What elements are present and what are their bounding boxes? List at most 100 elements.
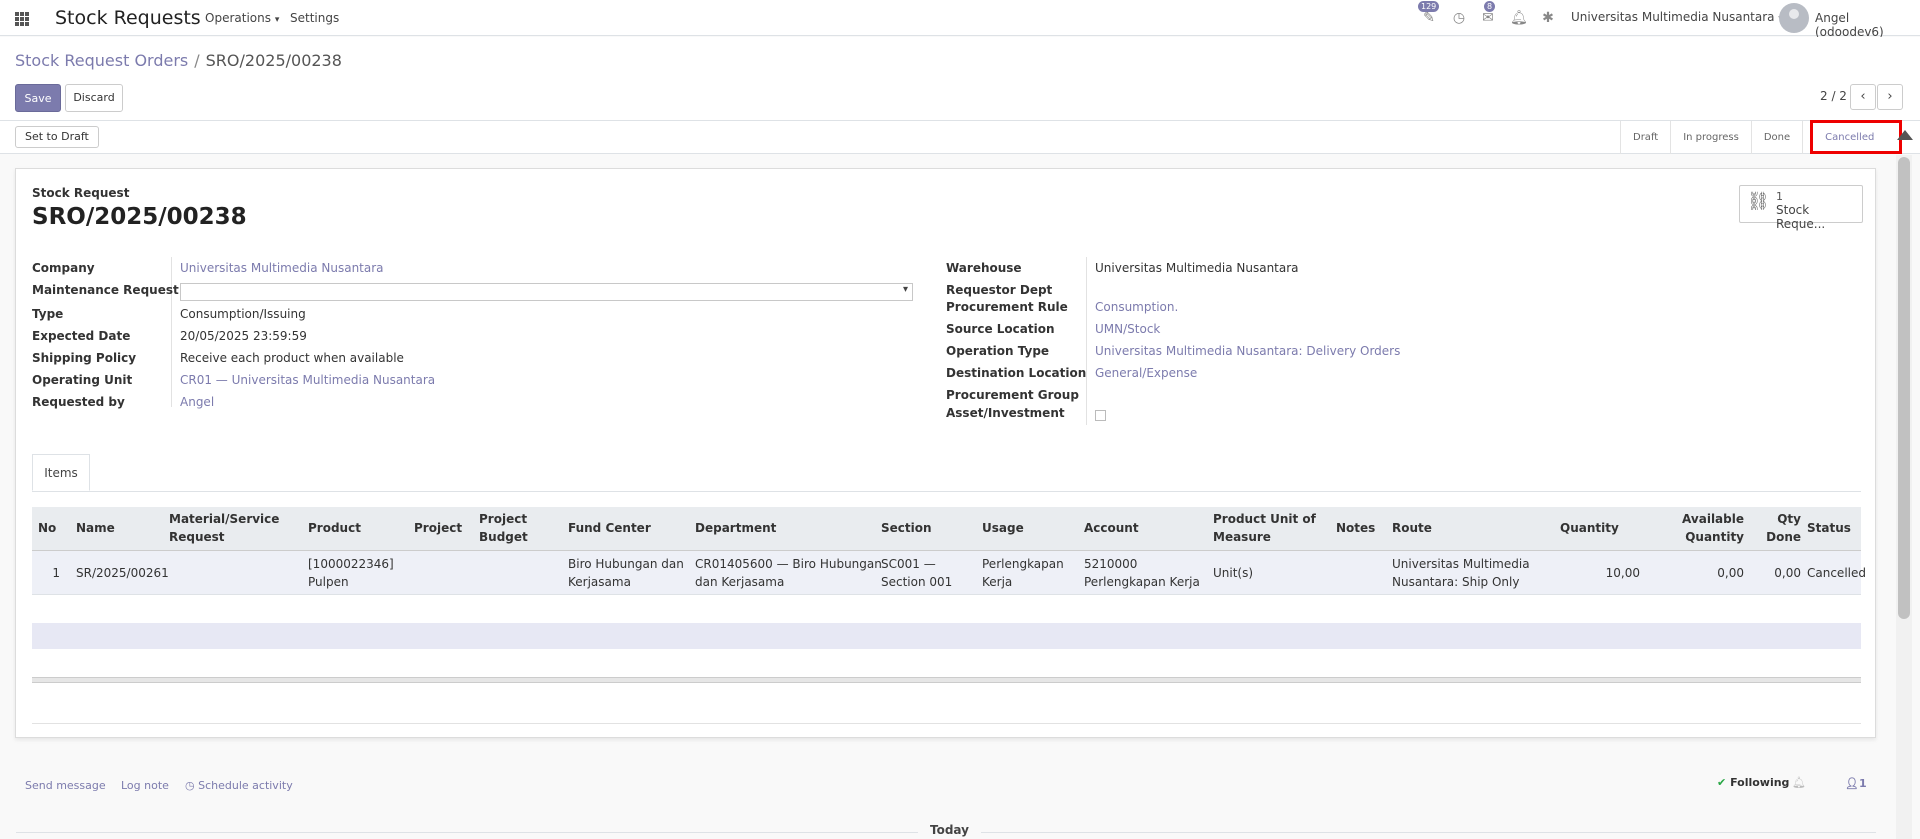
stock-requests-smart-button[interactable]: ⛓︎ 1 Stock Reque... xyxy=(1739,185,1863,231)
activity-edit-icon[interactable]: ✎ xyxy=(1421,10,1437,26)
col-header-qty-done-2[interactable]: Done xyxy=(1761,528,1801,546)
cell-section-line2: Section 001 xyxy=(881,575,953,589)
user-menu[interactable]: Angel (odoodev6) xyxy=(1815,11,1920,39)
asset-investment-label: Asset/Investment xyxy=(946,406,1065,420)
schedule-activity-button[interactable]: ◷ Schedule activity xyxy=(185,779,293,792)
menu-operations[interactable]: Operations ▾ xyxy=(205,11,279,25)
breadcrumb-separator: / xyxy=(194,51,200,70)
col-header-account[interactable]: Account xyxy=(1084,519,1139,537)
cell-usage-line2: Kerja xyxy=(982,575,1013,589)
shipping-policy-label: Shipping Policy xyxy=(32,351,137,365)
field-separator xyxy=(171,257,172,407)
app-title[interactable]: Stock Requests xyxy=(55,7,201,29)
procurement-group-label: Procurement Group xyxy=(946,388,1079,402)
col-header-available-1[interactable]: Available xyxy=(1636,510,1744,528)
maintenance-request-select[interactable] xyxy=(180,283,913,301)
date-separator-today: Today xyxy=(918,823,981,837)
warehouse-value: Universitas Multimedia Nusantara xyxy=(1095,261,1299,275)
col-header-no[interactable]: No xyxy=(38,519,56,537)
activity-badge: 129 xyxy=(1418,1,1440,12)
type-label: Type xyxy=(32,307,64,321)
col-header-budget-1[interactable]: Project xyxy=(479,510,527,528)
save-button[interactable]: Save xyxy=(15,84,61,112)
menu-operations-label: Operations xyxy=(205,11,271,25)
bell-icon[interactable]: 🔔︎ xyxy=(1510,10,1528,26)
discard-button[interactable]: Discard xyxy=(65,84,123,112)
col-header-budget-2[interactable]: Budget xyxy=(479,528,528,546)
col-header-qty-done-1[interactable]: Qty xyxy=(1761,510,1801,528)
pager-value[interactable]: 2 / 2 xyxy=(1820,89,1847,103)
apps-menu-icon[interactable] xyxy=(15,12,29,26)
procurement-rule-label: Procurement Rule xyxy=(946,300,1068,314)
cell-fund-line1: Biro Hubungan dan xyxy=(568,557,684,571)
messages-badge: 8 xyxy=(1484,1,1496,12)
requested-by-link[interactable]: Angel xyxy=(180,395,214,409)
breadcrumb-parent[interactable]: Stock Request Orders xyxy=(15,51,188,70)
col-header-available-2[interactable]: Quantity xyxy=(1636,528,1744,546)
tab-items[interactable]: Items xyxy=(32,454,90,491)
stage-done[interactable]: Done xyxy=(1750,121,1802,154)
col-header-fund-center[interactable]: Fund Center xyxy=(568,519,651,537)
col-header-name[interactable]: Name xyxy=(76,519,115,537)
cell-name: SR/2025/00261 xyxy=(76,566,169,580)
company-switcher[interactable]: Universitas Multimedia Nusantara ▾ xyxy=(1571,10,1783,24)
col-header-uom-2[interactable]: Measure xyxy=(1213,528,1271,546)
col-header-route[interactable]: Route xyxy=(1392,519,1432,537)
pager-previous-button[interactable]: ‹ xyxy=(1850,84,1876,110)
user-avatar[interactable] xyxy=(1779,3,1809,33)
stage-draft[interactable]: Draft xyxy=(1620,121,1670,154)
form-sheet: ⛓︎ 1 Stock Reque... Stock Request SRO/20… xyxy=(15,168,1876,738)
col-header-section[interactable]: Section xyxy=(881,519,932,537)
sheet-divider xyxy=(32,723,1861,724)
breadcrumb: Stock Request Orders / SRO/2025/00238 xyxy=(15,51,342,70)
cell-account-line2: Perlengkapan Kerja xyxy=(1084,575,1200,589)
operation-type-link[interactable]: Universitas Multimedia Nusantara: Delive… xyxy=(1095,344,1400,358)
stage-in-progress[interactable]: In progress xyxy=(1670,121,1751,154)
breadcrumb-current: SRO/2025/00238 xyxy=(205,51,342,70)
shipping-policy-value: Receive each product when available xyxy=(180,351,404,365)
caret-down-icon: ▾ xyxy=(274,15,280,25)
col-header-status[interactable]: Status xyxy=(1807,519,1851,537)
requestor-dept-label: Requestor Dept xyxy=(946,283,1053,297)
set-to-draft-button[interactable]: Set to Draft xyxy=(15,126,99,148)
cell-department-line2: dan Kerjasama xyxy=(695,575,785,589)
operating-unit-link[interactable]: CR01 — Universitas Multimedia Nusantara xyxy=(180,373,435,387)
destination-location-link[interactable]: General/Expense xyxy=(1095,366,1197,380)
log-note-button[interactable]: Log note xyxy=(121,779,169,792)
procurement-rule-link[interactable]: Consumption. xyxy=(1095,300,1178,314)
send-message-button[interactable]: Send message xyxy=(25,779,106,792)
scrollbar-thumb[interactable] xyxy=(1898,157,1910,619)
cell-qty-done: 0,00 xyxy=(1774,566,1801,580)
col-header-material-1[interactable]: Material/Service xyxy=(169,510,279,528)
cell-no: 1 xyxy=(52,566,60,580)
cell-quantity: 10,00 xyxy=(1605,566,1640,580)
chevron-right-icon: › xyxy=(1887,89,1893,104)
clock-icon[interactable]: ◷ xyxy=(1451,10,1467,26)
col-header-product[interactable]: Product xyxy=(308,519,361,537)
requested-by-label: Requested by xyxy=(32,395,125,409)
col-header-notes[interactable]: Notes xyxy=(1336,519,1375,537)
asset-investment-checkbox[interactable] xyxy=(1095,410,1106,421)
pager-next-button[interactable]: › xyxy=(1877,84,1903,110)
cell-account-line1: 5210000 xyxy=(1084,557,1138,571)
col-header-quantity[interactable]: Quantity xyxy=(1560,519,1619,537)
scroll-up-arrow-icon[interactable] xyxy=(1897,130,1913,140)
notification-bell-icon[interactable]: 🔔︎ xyxy=(1792,776,1806,789)
schedule-activity-label: Schedule activity xyxy=(198,779,293,792)
cell-section-line1: SC001 — xyxy=(881,557,936,571)
col-header-material-2[interactable]: Request xyxy=(169,528,225,546)
menu-settings[interactable]: Settings xyxy=(290,11,339,25)
operating-unit-label: Operating Unit xyxy=(32,373,133,387)
followers-button[interactable]: 👤︎1 xyxy=(1845,777,1867,790)
company-link[interactable]: Universitas Multimedia Nusantara xyxy=(180,261,384,275)
type-value: Consumption/Issuing xyxy=(180,307,306,321)
col-header-uom-1[interactable]: Product Unit of xyxy=(1213,510,1316,528)
col-header-usage[interactable]: Usage xyxy=(982,519,1024,537)
messages-icon[interactable]: ✉ xyxy=(1480,10,1496,26)
cell-uom: Unit(s) xyxy=(1213,566,1254,580)
debug-bug-icon[interactable]: ✱ xyxy=(1540,10,1556,26)
following-button[interactable]: ✔ Following xyxy=(1717,776,1789,789)
col-header-project[interactable]: Project xyxy=(414,519,462,537)
source-location-link[interactable]: UMN/Stock xyxy=(1095,322,1160,336)
col-header-department[interactable]: Department xyxy=(695,519,776,537)
